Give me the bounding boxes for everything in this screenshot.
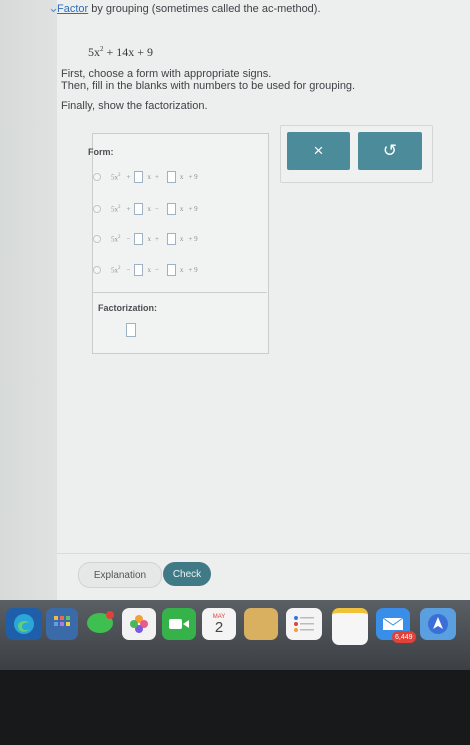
explanation-button[interactable]: Explanation [78,562,162,588]
factor-link[interactable]: Factor [57,3,88,15]
maps-icon[interactable] [420,608,456,640]
photos-icon[interactable] [122,608,156,640]
form-option-1[interactable]: 5x2 + x + x + 9 [93,170,198,184]
footer-divider [57,553,470,554]
mail-badge: 6,449 [392,631,416,643]
expr-lead: 5x [88,45,100,59]
messages-icon[interactable] [84,608,116,640]
instruction-1: First, choose a form with appropriate si… [61,68,272,80]
blank-input-2[interactable] [166,171,176,183]
notes-app-icon[interactable] [244,608,278,640]
title-text: by grouping (sometimes called the ac-met… [88,3,321,15]
undo-icon: ↺ [382,141,398,160]
close-icon: × [313,141,324,160]
form-option-4[interactable]: 5x2 − x − x + 9 [93,263,198,277]
calendar-day: 2 [214,618,224,636]
laptop-bezel [0,670,470,745]
check-button[interactable]: Check [163,562,211,586]
launchpad-icon[interactable] [46,608,78,640]
factorization-input[interactable] [126,323,136,337]
facetime-icon[interactable] [162,608,196,640]
factorization-label: Factorization: [98,303,158,313]
panel-divider [92,292,267,293]
blank-input-2[interactable] [166,264,176,276]
expr-rest: + 14x + 9 [103,45,154,59]
left-panel [0,0,57,600]
expression: 5x2 + 14x + 9 [88,45,153,60]
clear-button[interactable]: × [287,132,350,170]
instruction-2: Then, fill in the blanks with numbers to… [61,80,356,92]
blank-input-1[interactable] [134,264,144,276]
blank-input-1[interactable] [134,203,144,215]
form-option-2[interactable]: 5x2 + x − x + 9 [93,202,198,216]
undo-button[interactable]: ↺ [358,132,422,170]
notes-icon[interactable] [332,608,368,645]
screen: ⌄ Factor by grouping (sometimes called t… [0,0,470,600]
calendar-icon[interactable]: MAY 2 [202,608,236,640]
radio-button[interactable] [93,266,101,274]
instruction-3: Finally, show the factorization. [61,100,208,112]
blank-input-2[interactable] [166,203,176,215]
form-option-3[interactable]: 5x2 − x + x + 9 [93,232,198,246]
form-label: Form: [88,147,114,157]
reminders-icon[interactable] [286,608,322,640]
radio-button[interactable] [93,173,101,181]
edge-icon[interactable] [6,608,42,640]
radio-button[interactable] [93,235,101,243]
problem-title: Factor by grouping (sometimes called the… [57,3,321,15]
blank-input-1[interactable] [134,233,144,245]
blank-input-1[interactable] [134,171,144,183]
radio-button[interactable] [93,205,101,213]
blank-input-2[interactable] [166,233,176,245]
